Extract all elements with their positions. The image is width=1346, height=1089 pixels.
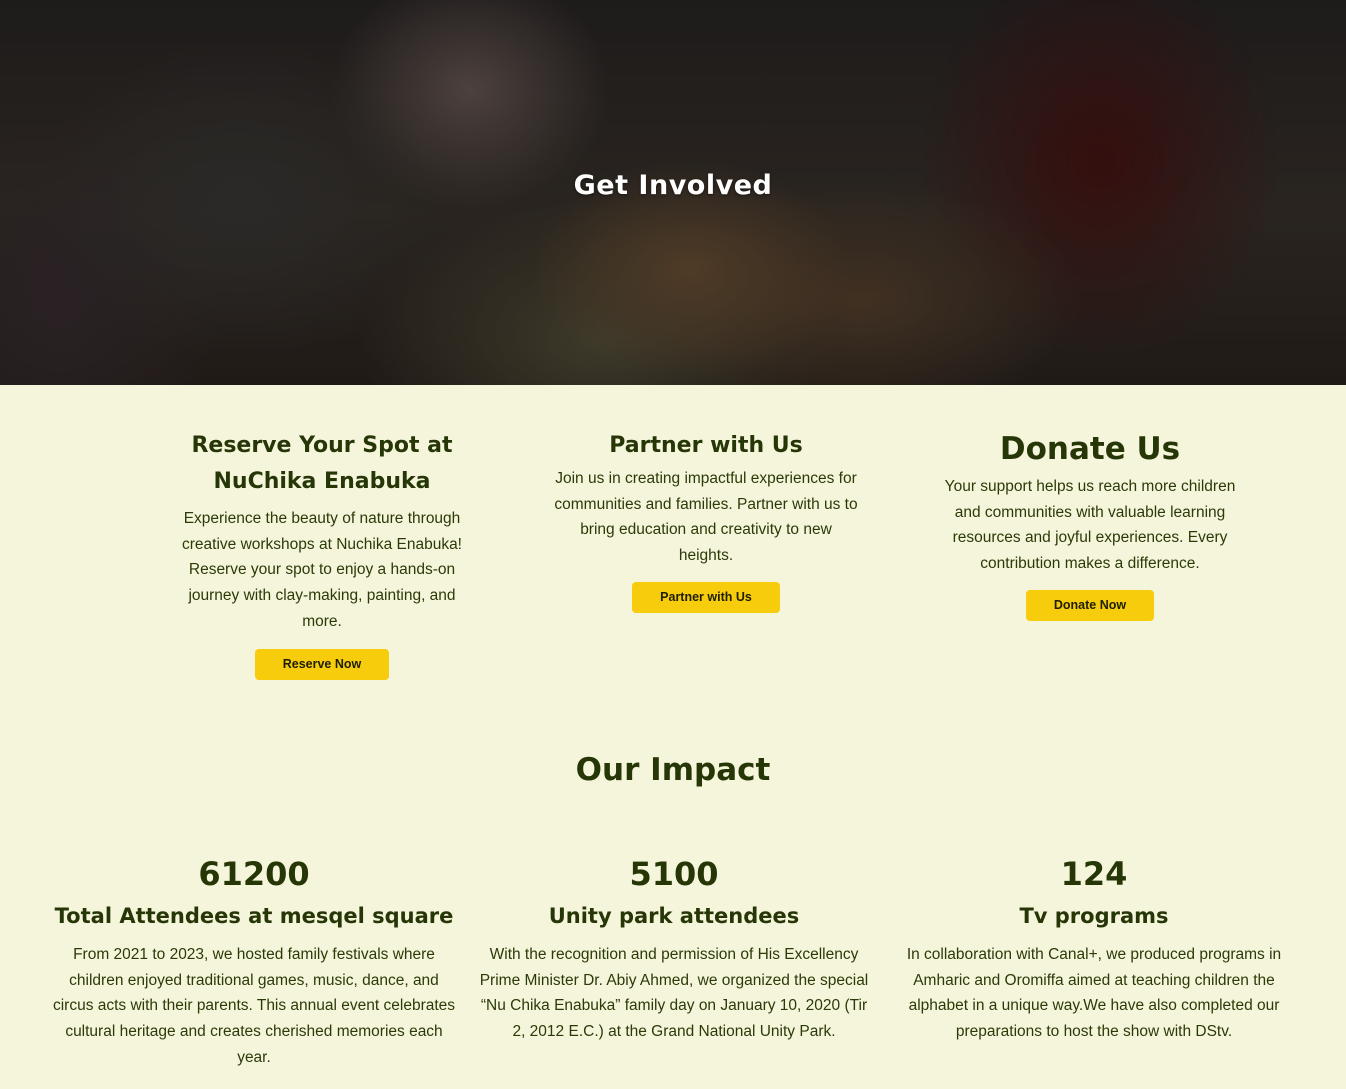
reserve-card-title: Reserve Your Spot at NuChika Enabuka — [172, 428, 472, 500]
donate-card-title: Donate Us — [999, 431, 1181, 467]
reserve-card-title-line1: Reserve Your Spot at — [191, 433, 453, 458]
reserve-now-button[interactable]: Reserve Now — [254, 648, 390, 680]
donate-card-text: Your support helps us reach more childre… — [944, 478, 1236, 573]
stat-number: 61200 — [198, 855, 310, 893]
stat-label: Tv programs — [1019, 904, 1169, 928]
stat-label: Unity park attendees — [548, 904, 800, 928]
stat-description: In collaboration with Canal+, we produce… — [906, 946, 1282, 1041]
stat-tv-programs: 124 Tv programs In collaboration with Ca… — [900, 852, 1288, 1045]
partner-with-us-button[interactable]: Partner with Us — [632, 581, 780, 613]
stat-unity-park: 5100 Unity park attendees With the recog… — [474, 852, 874, 1045]
stat-total-attendees: 61200 Total Attendees at mesqel square F… — [50, 852, 458, 1071]
donate-card: Donate Us Your support helps us reach mo… — [935, 428, 1245, 621]
impact-title: Our Impact — [575, 752, 771, 788]
stat-label: Total Attendees at mesqel square — [54, 904, 454, 928]
reserve-card: Reserve Your Spot at NuChika Enabuka Exp… — [172, 428, 472, 680]
stat-number: 5100 — [629, 855, 719, 893]
reserve-card-text: Experience the beauty of nature through … — [181, 510, 462, 630]
stat-number: 124 — [1060, 855, 1128, 893]
hero-title: Get Involved — [573, 170, 773, 201]
partner-card-title: Partner with Us — [609, 433, 803, 458]
partner-card: Partner with Us Join us in creating impa… — [551, 428, 861, 613]
partner-card-text: Join us in creating impactful experience… — [554, 470, 858, 565]
stat-description: From 2021 to 2023, we hosted family fest… — [52, 946, 456, 1066]
stat-description: With the recognition and permission of H… — [479, 946, 869, 1041]
hero-banner: Get Involved — [0, 0, 1346, 385]
reserve-card-title-line2: NuChika Enabuka — [213, 469, 431, 494]
donate-now-button[interactable]: Donate Now — [1025, 589, 1155, 621]
